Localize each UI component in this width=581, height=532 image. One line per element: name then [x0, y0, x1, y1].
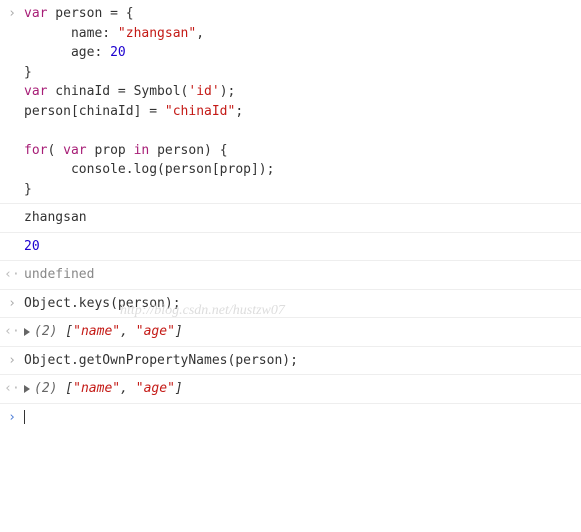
array-result: (2) ["name", "age"] — [24, 379, 581, 399]
log-output-number: 20 — [24, 237, 581, 257]
log-output: zhangsan — [24, 208, 581, 228]
expand-arrow-icon[interactable] — [24, 328, 30, 336]
code-text: } — [24, 182, 32, 197]
console-container: http://blog.csdn.net/hustzw07 › var pers… — [0, 0, 581, 431]
code-text: age: — [24, 45, 110, 60]
input-chevron-icon: › — [0, 294, 24, 314]
output-chevron-icon: ‹· — [0, 379, 24, 399]
output-chevron-icon: ‹· — [0, 322, 24, 342]
code-text: person[chinaId] = — [24, 104, 165, 119]
code-text: , — [196, 26, 204, 41]
array-length: (2) — [34, 324, 57, 339]
prompt-chevron-icon: › — [0, 408, 24, 428]
code-text: ; — [235, 104, 243, 119]
bracket-close: ] — [175, 324, 183, 339]
console-log-row: zhangsan — [0, 204, 581, 233]
console-result-row[interactable]: ‹· (2) ["name", "age"] — [0, 375, 581, 404]
number-literal: 20 — [110, 45, 126, 60]
console-input-row[interactable]: › Object.getOwnPropertyNames(person); — [0, 347, 581, 376]
console-input-row[interactable]: › var person = { name: "zhangsan", age: … — [0, 0, 581, 204]
array-length: (2) — [34, 381, 57, 396]
code-text: } — [24, 65, 32, 80]
array-item: "name" — [73, 381, 120, 396]
array-result: (2) ["name", "age"] — [24, 322, 581, 342]
undefined-result: undefined — [24, 265, 581, 285]
array-item: "age" — [136, 324, 175, 339]
console-input[interactable] — [24, 408, 581, 428]
console-result-row: ‹· undefined — [0, 261, 581, 290]
code-text: name: — [24, 26, 118, 41]
bracket-close: ] — [175, 381, 183, 396]
gutter-empty — [0, 237, 24, 257]
code-text: chinaId = Symbol( — [47, 84, 188, 99]
array-item: "name" — [73, 324, 120, 339]
keyword-in: in — [134, 143, 150, 158]
code-text: console.log(person[prop]); — [24, 162, 274, 177]
string-literal: "chinaId" — [165, 104, 235, 119]
console-input-row[interactable]: › Object.keys(person); — [0, 290, 581, 319]
gutter-empty — [0, 208, 24, 228]
keyword-var: var — [24, 6, 47, 21]
code-text: Object.keys(person); — [24, 294, 581, 314]
output-chevron-icon: ‹· — [0, 265, 24, 285]
input-chevron-icon: › — [0, 351, 24, 371]
string-literal: "zhangsan" — [118, 26, 196, 41]
keyword-var: var — [63, 143, 86, 158]
code-text: prop — [87, 143, 134, 158]
string-literal: 'id' — [188, 84, 219, 99]
input-chevron-icon: › — [0, 4, 24, 199]
separator: , — [120, 324, 136, 339]
code-text: person) { — [149, 143, 227, 158]
separator: , — [120, 381, 136, 396]
code-text: ( — [47, 143, 63, 158]
code-block: var person = { name: "zhangsan", age: 20… — [24, 4, 581, 199]
console-result-row[interactable]: ‹· (2) ["name", "age"] — [0, 318, 581, 347]
code-text: ); — [220, 84, 236, 99]
console-log-row: 20 — [0, 233, 581, 262]
expand-arrow-icon[interactable] — [24, 385, 30, 393]
code-text: Object.getOwnPropertyNames(person); — [24, 351, 581, 371]
cursor-icon — [24, 410, 25, 424]
keyword-for: for — [24, 143, 47, 158]
console-prompt-row[interactable]: › — [0, 404, 581, 432]
array-item: "age" — [136, 381, 175, 396]
keyword-var: var — [24, 84, 47, 99]
bracket-open: [ — [57, 324, 73, 339]
code-text: person = { — [47, 6, 133, 21]
bracket-open: [ — [57, 381, 73, 396]
